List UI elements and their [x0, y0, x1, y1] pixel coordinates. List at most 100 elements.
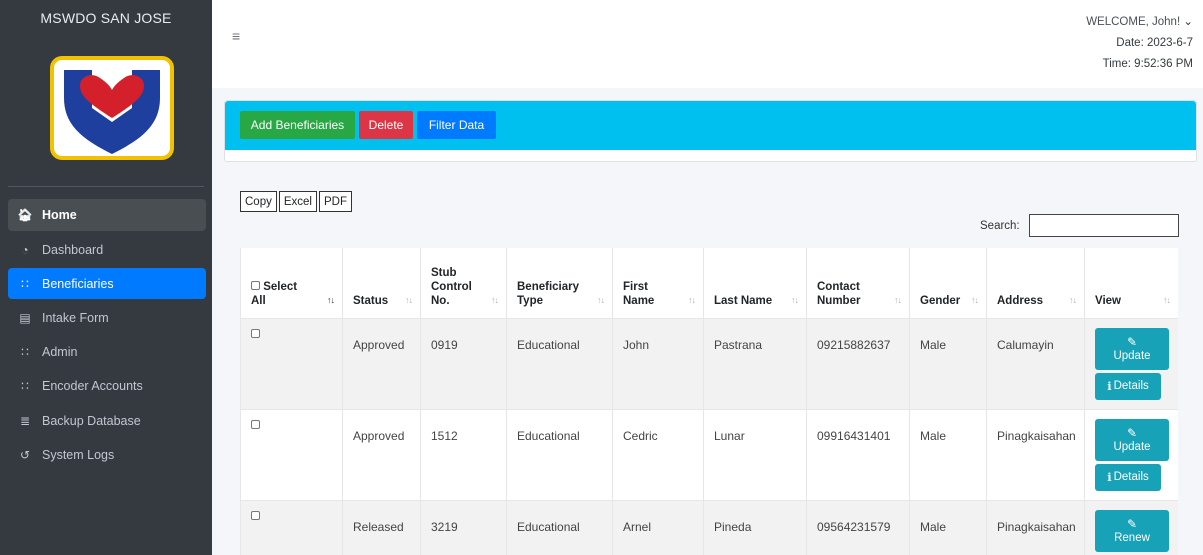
copy-button[interactable]: Copy — [240, 191, 277, 212]
gender-cell: Male — [909, 317, 987, 410]
add-beneficiaries-button[interactable]: Add Beneficiaries — [240, 111, 355, 139]
contact-cell: 09564231579 — [806, 499, 910, 555]
file-icon: ▤ — [19, 311, 31, 326]
welcome-text: WELCOME, John! — [1086, 16, 1181, 28]
update-button[interactable]: ✎ Update — [1095, 418, 1169, 461]
details-button[interactable]: i Details — [1095, 463, 1161, 491]
sidebar-item-label: Home — [42, 208, 77, 222]
col-first-name[interactable]: First Name ↑↓ — [612, 248, 704, 319]
excel-button[interactable]: Excel — [278, 191, 317, 212]
first-name-cell: Arnel — [612, 499, 704, 555]
header-label: Beneficiary — [517, 280, 580, 293]
users-icon: ∷ — [21, 379, 29, 394]
header-label: Stub — [431, 266, 457, 279]
address-cell: Pinagkaisahan — [986, 499, 1085, 555]
info-icon: i — [1107, 379, 1112, 393]
sidebar-item-label: Backup Database — [42, 413, 141, 428]
search-input[interactable] — [1029, 214, 1179, 237]
type-cell: Educational — [506, 408, 613, 501]
last-name-cell: Lunar — [703, 408, 807, 501]
filter-data-button[interactable]: Filter Data — [417, 111, 496, 139]
beneficiaries-table: Select All ↑↓ Status ↑↓ Stub Control No. ↑↓ … — [240, 248, 1178, 555]
sidebar-item-beneficiaries[interactable]: ∷ Beneficiaries — [8, 268, 206, 300]
stub-cell: 3219 — [420, 499, 507, 555]
dashboard-icon: ◔ — [21, 242, 29, 257]
select-all-checkbox[interactable] — [251, 280, 260, 290]
update-button[interactable]: ✎ Update — [1095, 327, 1169, 370]
table-row: Approved 1512 Educational Cedric Lunar 0… — [240, 408, 1178, 501]
renew-button[interactable]: ✎ Renew — [1095, 509, 1169, 552]
sidebar-item-admin[interactable]: ∷ Admin — [8, 337, 206, 368]
sidebar-item-dashboard[interactable]: ◔ Dashboard — [8, 234, 206, 265]
sidebar-item-system-logs[interactable]: ↺ System Logs — [8, 439, 206, 470]
sidebar-item-backup-database[interactable]: ≣ Backup Database — [8, 405, 206, 436]
col-last-name[interactable]: Last Name ↑↓ — [703, 248, 807, 319]
gender-cell: Male — [909, 499, 987, 555]
search-label: Search: — [980, 220, 1020, 232]
address-cell: Pinagkaisahan — [986, 408, 1085, 501]
sidebar-nav: 🏠︎ Home ◔ Dashboard ∷ Beneficiaries ▤ In… — [8, 199, 206, 474]
header-label: All — [251, 294, 266, 307]
contact-cell: 09215882637 — [806, 317, 910, 410]
sidebar-item-home[interactable]: 🏠︎ Home — [8, 199, 206, 231]
sort-icon: ↑↓ — [327, 294, 335, 305]
button-label: Update — [1113, 440, 1151, 453]
table-row: Released 3219 Educational Arnel Pineda 0… — [240, 499, 1178, 555]
button-label: Details — [1113, 471, 1149, 483]
type-cell: Educational — [506, 317, 613, 410]
dswd-logo — [50, 56, 174, 160]
header-label: Contact — [817, 280, 860, 293]
sidebar-item-label: System Logs — [42, 447, 115, 462]
col-address[interactable]: Address ↑↓ — [986, 248, 1085, 319]
last-name-cell: Pineda — [703, 499, 807, 555]
button-label: Details — [1113, 380, 1149, 392]
header-label: Status — [353, 294, 389, 307]
header-label: Number — [817, 294, 861, 307]
row-select-cell — [240, 408, 343, 501]
sidebar-item-intake-form[interactable]: ▤ Intake Form — [8, 303, 206, 334]
col-select-all[interactable]: Select All ↑↓ — [240, 248, 343, 319]
details-button[interactable]: i Details — [1095, 372, 1161, 400]
header-label: Select — [263, 280, 298, 293]
action-toolbar: Add Beneficiaries Delete Filter Data — [225, 101, 1196, 150]
user-info: WELCOME, John! ⌄ Date: 2023-6-7 Time: 9:… — [1086, 12, 1193, 75]
sidebar-item-label: Encoder Accounts — [42, 379, 143, 394]
date-text: Date: 2023-6-7 — [1116, 37, 1193, 49]
row-checkbox[interactable] — [251, 328, 260, 338]
user-menu-dropdown[interactable]: WELCOME, John! ⌄ — [1086, 12, 1193, 33]
col-view[interactable]: View ↑↓ — [1084, 248, 1178, 319]
row-checkbox[interactable] — [251, 510, 260, 520]
hamburger-menu-icon[interactable]: ≡ — [232, 28, 240, 44]
col-contact-number[interactable]: Contact Number ↑↓ — [806, 248, 910, 319]
export-buttons: Copy Excel PDF — [240, 191, 352, 212]
sort-icon: ↑↓ — [688, 294, 696, 305]
header-label: Address — [997, 294, 1044, 307]
home-icon: 🏠︎ — [17, 208, 33, 222]
sidebar: MSWDO SAN JOSE 🏠︎ Home ◔ Dashboard ∷ Ben… — [0, 0, 212, 555]
sort-icon: ↑↓ — [405, 294, 413, 305]
header-label: Gender — [920, 294, 961, 307]
stub-cell: 1512 — [420, 408, 507, 501]
row-select-cell — [240, 499, 343, 555]
col-stub-control-no[interactable]: Stub Control No. ↑↓ — [420, 248, 507, 319]
beneficiaries-table-wrap: Select All ↑↓ Status ↑↓ Stub Control No. ↑↓ … — [240, 248, 1178, 555]
col-gender[interactable]: Gender ↑↓ — [909, 248, 987, 319]
row-checkbox[interactable] — [251, 419, 260, 429]
stub-cell: 0919 — [420, 317, 507, 410]
sidebar-item-encoder-accounts[interactable]: ∷ Encoder Accounts — [8, 371, 206, 402]
toolbar-card: Add Beneficiaries Delete Filter Data — [224, 100, 1197, 162]
nav-divider — [8, 186, 204, 187]
edit-icon: ✎ — [1126, 516, 1138, 531]
col-beneficiary-type[interactable]: Beneficiary Type ↑↓ — [506, 248, 613, 319]
address-cell: Calumayin — [986, 317, 1085, 410]
col-status[interactable]: Status ↑↓ — [342, 248, 421, 319]
history-icon: ↺ — [19, 447, 31, 462]
button-label: Update — [1113, 349, 1151, 362]
table-row: Approved 0919 Educational John Pastrana … — [240, 317, 1178, 410]
row-select-cell — [240, 317, 343, 410]
info-icon: i — [1107, 470, 1112, 484]
delete-button[interactable]: Delete — [359, 111, 413, 139]
sort-icon: ↑↓ — [894, 294, 902, 305]
sort-icon: ↑↓ — [1163, 294, 1171, 305]
pdf-button[interactable]: PDF — [318, 191, 352, 212]
